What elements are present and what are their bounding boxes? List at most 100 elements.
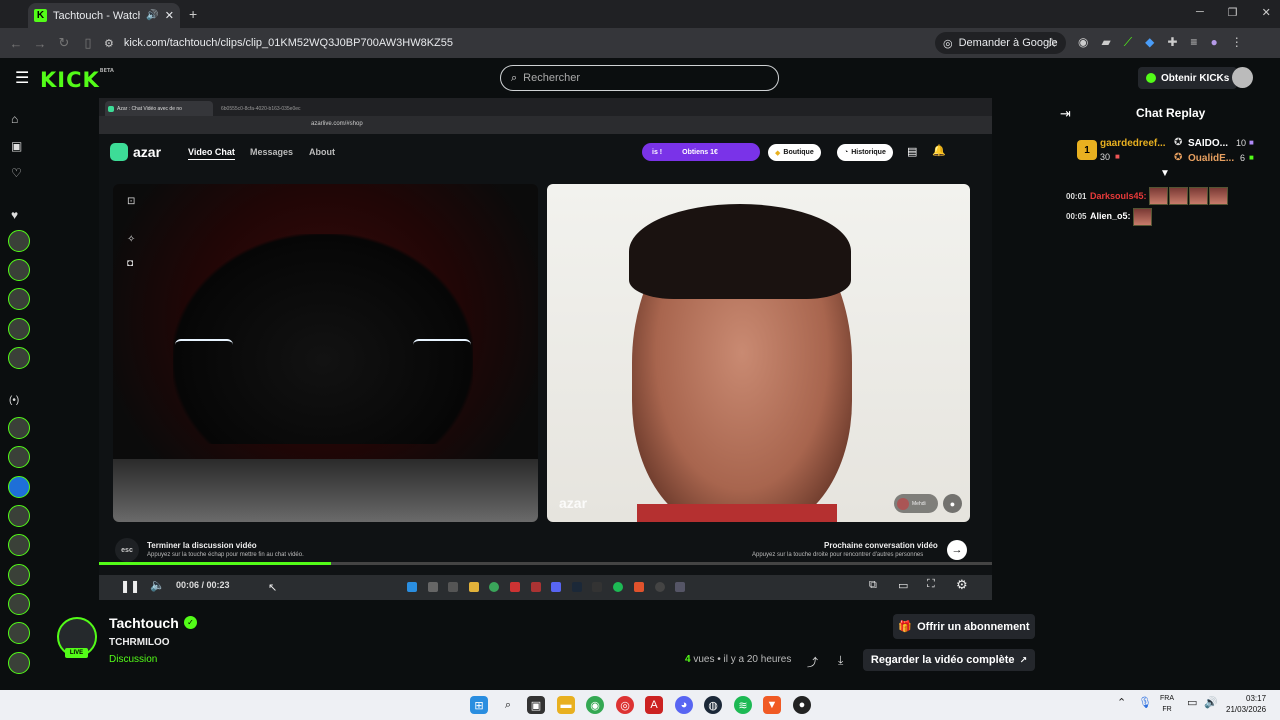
audio-icon[interactable]: 🔊 [146, 10, 158, 21]
live-badge: LIVE [65, 648, 88, 658]
theater-mode-icon[interactable]: ▭ [898, 579, 908, 592]
inner-tab-title: Azar : Chat Vidéo avec de no [117, 105, 182, 112]
close-window-icon[interactable]: ✕ [1262, 6, 1271, 19]
chrome-icon[interactable]: ◉ [586, 696, 604, 714]
bookmark-star-icon[interactable]: ☆ [1046, 35, 1058, 51]
search-input[interactable]: ⌕ Rechercher [500, 65, 779, 91]
azar-promo-left: is ! [652, 148, 663, 156]
minimize-icon[interactable]: ─ [1196, 6, 1204, 19]
fullscreen-icon[interactable]: ⛶ [927, 578, 935, 591]
sidebar-channel-avatar[interactable] [8, 417, 30, 439]
inner-taskbar-icon [448, 582, 458, 592]
input-language[interactable]: FRA FR [1160, 693, 1174, 715]
sidebar-channel-avatar[interactable] [8, 446, 30, 468]
menu-dots-icon[interactable]: ⋮ [1231, 35, 1243, 50]
steam-icon[interactable]: ◍ [704, 696, 722, 714]
brave-icon[interactable]: ▼ [763, 696, 781, 714]
taskbar-search-icon[interactable]: ⌕ [499, 696, 517, 714]
sidebar-channel-avatar[interactable] [8, 622, 30, 644]
network-icon[interactable]: ▭ [1187, 696, 1197, 709]
volume-tray-icon[interactable]: 🔊 [1204, 696, 1218, 709]
sidebar-channel-avatar[interactable] [8, 318, 30, 340]
category-link[interactable]: Discussion [109, 654, 157, 665]
leaderboard-name[interactable]: SAIDO... [1188, 138, 1228, 149]
sidebar-channel-avatar[interactable] [8, 288, 30, 310]
get-kicks-button[interactable]: Obtenir KICKs [1138, 67, 1238, 89]
inner-url: azarlive.com/#shop [311, 121, 363, 127]
sidebar-channel-avatar[interactable] [8, 230, 30, 252]
split-view-icon[interactable]: ▯ [76, 35, 100, 51]
leaderboard-name[interactable]: OualidE... [1188, 153, 1234, 164]
app-icon[interactable]: ◎ [616, 696, 634, 714]
extension-icon[interactable]: ◆ [1145, 35, 1154, 50]
home-icon[interactable]: ⌂ [11, 112, 18, 126]
browse-icon[interactable]: ▣ [11, 139, 22, 153]
back-icon[interactable]: ← [4, 36, 28, 51]
inner-address-bar: azarlive.com/#shop [99, 116, 992, 134]
hamburger-menu-icon[interactable]: ☰ [15, 68, 29, 88]
chat-filter-icon[interactable]: ▼ [1160, 168, 1170, 179]
user-avatar[interactable] [1232, 67, 1253, 88]
inner-taskbar-icon [531, 582, 541, 592]
discord-icon[interactable]: ◕ [675, 696, 693, 714]
site-info-icon[interactable]: ⚙ [104, 37, 114, 50]
system-clock[interactable]: 03:17 21/03/2026 [1226, 693, 1266, 715]
start-icon[interactable]: ⊞ [470, 696, 488, 714]
leaderboard-amount: 10 [1236, 138, 1247, 148]
app-icon[interactable]: A [645, 696, 663, 714]
profile-icon[interactable]: ● [1210, 35, 1217, 50]
get-kicks-label: Obtenir KICKs [1161, 72, 1230, 84]
extension-icon[interactable]: ⟋ [1124, 35, 1132, 50]
kick-logo[interactable]: KICKBETA [40, 68, 114, 92]
sidebar-channel-avatar[interactable] [8, 564, 30, 586]
task-view-icon[interactable]: ▣ [527, 696, 545, 714]
leaderboard-name[interactable]: gaardedreef... [1100, 138, 1166, 149]
spotify-icon[interactable]: ≋ [734, 696, 752, 714]
sidebar-channel-avatar[interactable] [8, 593, 30, 615]
azar-promo-text: Obtiens 1€ [682, 148, 718, 156]
kicks-coin-icon [1146, 73, 1156, 83]
forward-icon[interactable]: → [28, 36, 52, 51]
chat-username[interactable]: Alien_o5: [1090, 211, 1131, 221]
chat-username[interactable]: Darksouls45: [1090, 191, 1147, 201]
reading-list-icon[interactable]: ≡ [1190, 35, 1197, 50]
volume-icon[interactable]: 🔈 [150, 578, 165, 592]
following-icon[interactable]: ♡ [11, 166, 22, 180]
sidebar-channel-avatar[interactable] [8, 652, 30, 674]
collapse-chat-icon[interactable]: ⇥ [1060, 106, 1071, 122]
share-icon[interactable]: ⤴ [807, 654, 818, 670]
new-tab-button[interactable]: + [189, 6, 197, 22]
sidebar-channel-avatar[interactable] [8, 476, 30, 498]
favorites-heart-icon[interactable]: ♥ [11, 208, 18, 222]
camera-switch-icon: ⊡ [127, 196, 136, 207]
beta-tag: BETA [99, 68, 114, 74]
sidebar-channel-avatar[interactable] [8, 534, 30, 556]
extension-icon[interactable]: ▰ [1101, 35, 1110, 50]
inner-tab-second: 6b0555c0-8cfa-4020-b163-035e0ec [216, 101, 332, 116]
restore-icon[interactable]: ❐ [1228, 6, 1238, 19]
channel-name[interactable]: Tachtouch [109, 615, 179, 631]
reload-icon[interactable]: ↻ [52, 35, 76, 51]
clip-age: il y a 20 heures [723, 654, 792, 665]
url-field[interactable]: ⚙ kick.com/tachtouch/clips/clip_01KM52WQ… [104, 32, 924, 54]
download-icon[interactable]: ⤓ [838, 653, 843, 668]
tray-chevron-icon[interactable]: ⌃ [1117, 696, 1126, 709]
sidebar-channel-avatar[interactable] [8, 347, 30, 369]
watch-full-video-button[interactable]: Regarder la vidéo complète ↗ [863, 649, 1035, 671]
sidebar-channel-avatar[interactable] [8, 505, 30, 527]
settings-gear-icon[interactable]: ⚙ [956, 577, 968, 593]
clip-icon[interactable]: ⧉ [869, 579, 877, 592]
pause-icon[interactable]: ❚❚ [120, 579, 140, 593]
browser-tab[interactable]: K Tachtouch - Watch clips on 🔊 ✕ [28, 3, 180, 28]
app-icon[interactable]: ● [793, 696, 811, 714]
file-explorer-icon[interactable]: ▬ [557, 696, 575, 714]
gift-subscription-button[interactable]: 🎁 Offrir un abonnement [893, 614, 1035, 639]
microphone-icon[interactable]: 🎙 [1138, 696, 1152, 709]
live-broadcast-icon[interactable]: (•) [9, 395, 19, 406]
extension-icon[interactable]: ◉ [1078, 35, 1088, 50]
puzzle-icon[interactable]: ✚ [1167, 35, 1177, 50]
sidebar-channel-avatar[interactable] [8, 259, 30, 281]
window-controls: ─ ❐ ✕ [1196, 6, 1271, 19]
close-tab-icon[interactable]: ✕ [165, 9, 174, 22]
clip-title: TCHRMILOO [109, 637, 170, 648]
